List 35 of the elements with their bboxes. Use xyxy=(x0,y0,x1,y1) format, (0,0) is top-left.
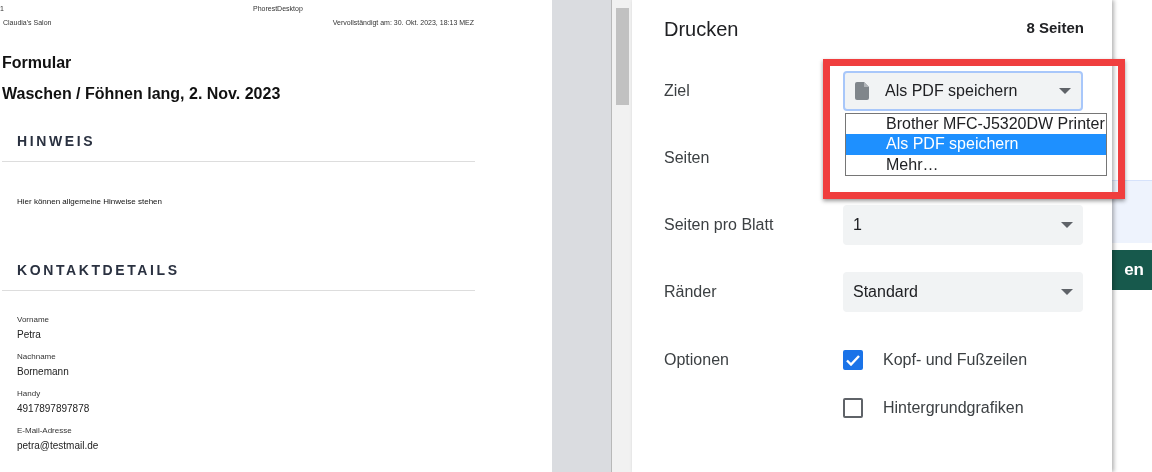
field-label: Vorname xyxy=(17,315,50,324)
select-field[interactable]: Als PDF speichern xyxy=(843,70,1083,111)
dropdown-arrow-icon xyxy=(1059,87,1071,94)
setting-label: Seiten pro Blatt xyxy=(664,215,774,233)
field-label: Handy xyxy=(17,389,41,398)
checkbox-label: Hintergrundgrafiken xyxy=(883,398,1024,418)
form-title: Formular xyxy=(2,53,72,73)
setting-label: Optionen xyxy=(664,351,729,368)
section-heading: KONTAKTDETAILS xyxy=(17,262,180,278)
form-subtitle: Waschen / Föhnen lang, 2. Nov. 2023 xyxy=(2,84,281,104)
document-icon xyxy=(855,81,869,100)
setting-label: Seiten xyxy=(664,148,710,166)
field-value: 4917897897878 xyxy=(17,403,90,414)
field-value: petra@testmail.de xyxy=(17,440,99,451)
action-button[interactable]: en xyxy=(1112,250,1152,290)
setting-label: Ränder xyxy=(664,282,717,300)
note-text: Hier können allgemeine Hinweise stehen xyxy=(17,197,162,206)
field-value: Bornemann xyxy=(17,366,69,377)
section-heading: HINWEIS xyxy=(17,133,96,149)
field-label: Nachname xyxy=(17,352,56,361)
setting-label: Ziel xyxy=(664,81,690,99)
dropdown-option[interactable]: Mehr… xyxy=(846,154,1106,175)
checkbox[interactable] xyxy=(843,350,863,370)
select-field[interactable]: Standard xyxy=(843,271,1083,312)
field-value: Petra xyxy=(17,329,41,340)
checkbox-label: Kopf- und Fußzeilen xyxy=(883,350,1028,370)
dropdown-option[interactable]: Brother MFC-J5320DW Printer xyxy=(846,113,1106,134)
dropdown-arrow-icon xyxy=(1061,288,1073,295)
dialog-title: Drucken xyxy=(664,16,739,42)
scrollbar-thumb[interactable] xyxy=(616,8,629,105)
field-label: E-Mail-Adresse xyxy=(17,426,72,435)
page-count: 8 Seiten xyxy=(1026,18,1084,39)
checkbox[interactable] xyxy=(843,398,863,418)
dropdown-arrow-icon xyxy=(1061,221,1073,228)
select-field[interactable]: 1 xyxy=(843,204,1083,245)
